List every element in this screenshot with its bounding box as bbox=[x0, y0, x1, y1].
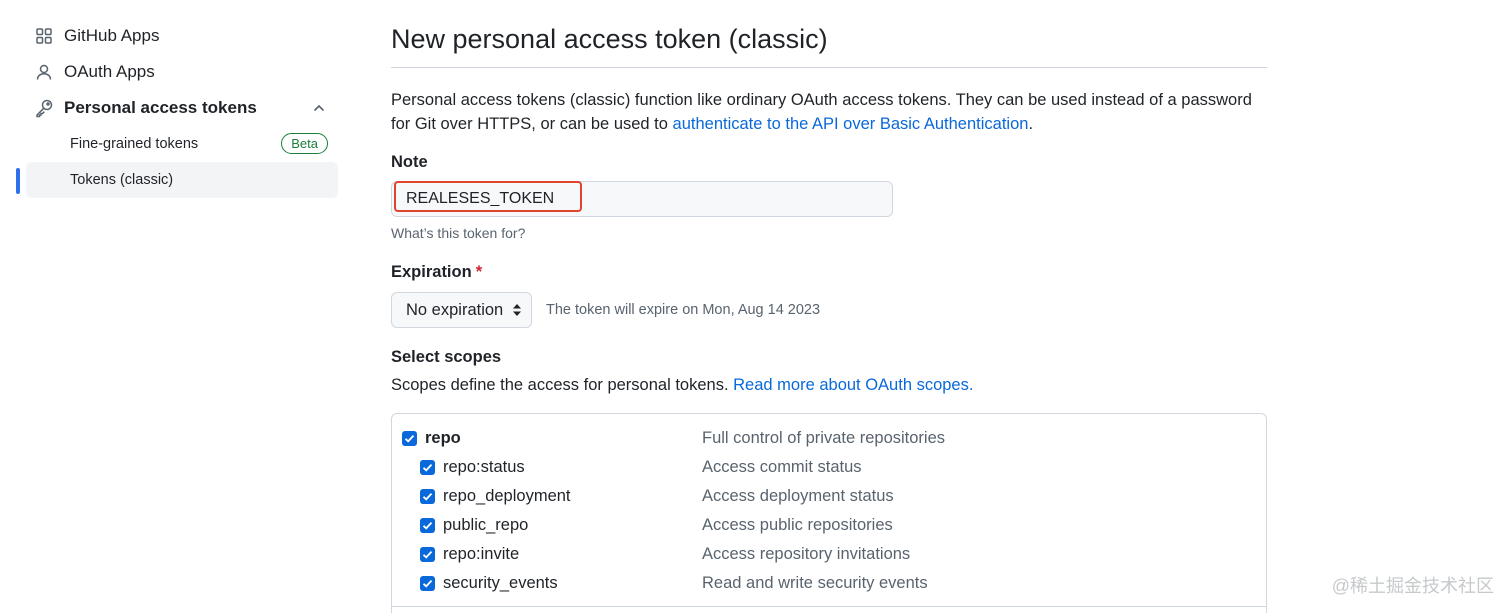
page-title: New personal access token (classic) bbox=[391, 24, 1267, 68]
scope-description: Full control of private repositories bbox=[702, 429, 946, 447]
scope-description: Access repository invitations bbox=[702, 545, 911, 563]
sidebar-item-label: Tokens (classic) bbox=[70, 172, 174, 188]
main-content: New personal access token (classic) Pers… bbox=[391, 0, 1267, 395]
scope-description: Read and write security events bbox=[702, 574, 928, 592]
scopes-list: repo Full control of private repositorie… bbox=[391, 413, 1267, 613]
scope-checkbox-repo[interactable] bbox=[402, 431, 417, 446]
page-description: Personal access tokens (classic) functio… bbox=[391, 88, 1267, 136]
active-indicator bbox=[16, 168, 20, 194]
scope-row: public_repo Access public repositories bbox=[392, 511, 1268, 540]
scope-checkbox-security-events[interactable] bbox=[420, 576, 435, 591]
scopes-description: Scopes define the access for personal to… bbox=[391, 376, 1267, 395]
scope-name: security_events bbox=[443, 574, 558, 592]
check-icon bbox=[422, 463, 433, 472]
scope-row: repo Full control of private repositorie… bbox=[392, 424, 1268, 453]
sidebar-item-label: GitHub Apps bbox=[64, 26, 160, 45]
note-input[interactable]: REALESES_TOKEN bbox=[391, 181, 893, 217]
scope-name: repo bbox=[425, 429, 461, 447]
sidebar-item-label: Personal access tokens bbox=[64, 98, 257, 117]
expiration-label: Expiration * bbox=[391, 263, 1267, 282]
scope-name: public_repo bbox=[443, 516, 529, 534]
key-icon bbox=[34, 98, 54, 118]
chevron-up-icon[interactable] bbox=[310, 99, 328, 117]
required-marker: * bbox=[475, 263, 483, 281]
scope-description: Access public repositories bbox=[702, 516, 893, 534]
watermark: @稀土掘金技术社区 bbox=[1331, 576, 1494, 596]
description-suffix: . bbox=[1028, 115, 1034, 133]
scope-row: repo:status Access commit status bbox=[392, 453, 1268, 482]
scope-description: Access commit status bbox=[702, 458, 862, 476]
expiration-row: No expiration The token will expire on M… bbox=[391, 292, 1267, 328]
expiration-label-text: Expiration bbox=[391, 263, 472, 281]
scope-checkbox-public-repo[interactable] bbox=[420, 518, 435, 533]
apps-grid-icon bbox=[34, 26, 54, 46]
scope-checkbox-repo-invite[interactable] bbox=[420, 547, 435, 562]
oauth-scopes-link[interactable]: Read more about OAuth scopes. bbox=[733, 376, 973, 394]
check-icon bbox=[422, 550, 433, 559]
expiration-select[interactable]: No expiration bbox=[391, 292, 532, 328]
scope-name: repo:invite bbox=[443, 545, 520, 563]
sidebar-item-oauth-apps[interactable]: OAuth Apps bbox=[18, 54, 338, 90]
person-icon bbox=[34, 62, 54, 82]
scope-description: Access deployment status bbox=[702, 487, 894, 505]
note-label: Note bbox=[391, 153, 428, 171]
scope-name: repo_deployment bbox=[443, 487, 571, 505]
scope-row: repo:invite Access repository invitation… bbox=[392, 540, 1268, 569]
check-icon bbox=[422, 521, 433, 530]
basic-auth-link[interactable]: authenticate to the API over Basic Authe… bbox=[673, 115, 1029, 133]
scopes-description-text: Scopes define the access for personal to… bbox=[391, 376, 729, 394]
scope-row: repo_deployment Access deployment status bbox=[392, 482, 1268, 511]
scopes-label: Select scopes bbox=[391, 348, 502, 366]
scope-row: security_events Read and write security … bbox=[392, 569, 1268, 598]
annotation-highlight-box bbox=[394, 181, 582, 212]
expiration-selected-value: No expiration bbox=[406, 301, 504, 319]
sidebar-item-tokens-classic[interactable]: Tokens (classic) bbox=[16, 162, 338, 198]
sidebar-item-label: Fine-grained tokens bbox=[70, 136, 199, 152]
expiration-note: The token will expire on Mon, Aug 14 202… bbox=[546, 302, 821, 318]
scope-checkbox-repo-status[interactable] bbox=[420, 460, 435, 475]
sidebar-item-label: OAuth Apps bbox=[64, 62, 155, 81]
scope-checkbox-repo-deployment[interactable] bbox=[420, 489, 435, 504]
note-hint: What’s this token for? bbox=[391, 225, 526, 241]
select-arrows-icon bbox=[513, 304, 521, 316]
scopes-divider bbox=[392, 606, 1266, 607]
scope-name: repo:status bbox=[443, 458, 525, 476]
check-icon bbox=[422, 579, 433, 588]
check-icon bbox=[422, 492, 433, 501]
sidebar-item-personal-access-tokens[interactable]: Personal access tokens bbox=[18, 90, 338, 126]
sidebar-item-github-apps[interactable]: GitHub Apps bbox=[18, 18, 338, 54]
beta-badge: Beta bbox=[281, 133, 328, 154]
settings-sidebar: GitHub Apps OAuth Apps Personal access t… bbox=[16, 18, 338, 198]
check-icon bbox=[404, 434, 415, 443]
sidebar-item-fine-grained-tokens[interactable]: Fine-grained tokens Beta bbox=[26, 126, 338, 162]
